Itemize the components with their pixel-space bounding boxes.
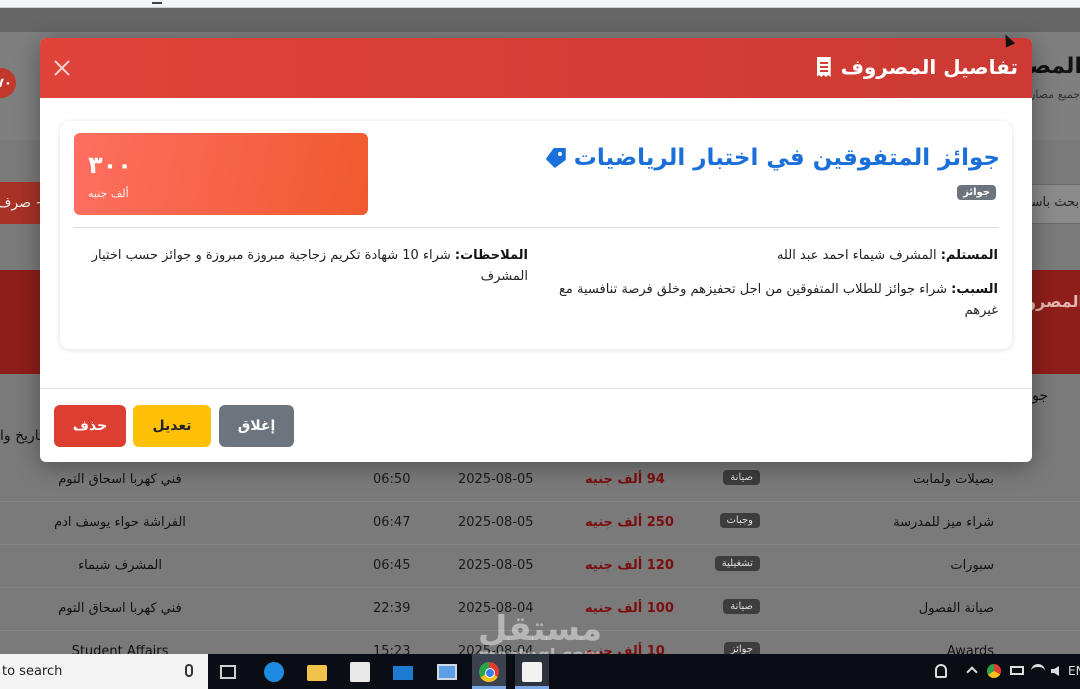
modal-footer: حذف تعديل إغلاق (40, 388, 1032, 462)
row-name: صيانة الفصول (918, 601, 994, 616)
amount-box: ٣٠٠ ألف جنيه (74, 133, 368, 215)
edit-button[interactable]: تعديل (133, 405, 211, 447)
notes-field: الملاحظات: شراء 10 شهادة تكريم زجاجية مب… (73, 245, 528, 287)
row-amount: 94 ألف جنيه (585, 472, 665, 487)
watermark-arabic: مستقل (477, 609, 603, 649)
row-user: الفراشة حواء يوسف ادم (54, 515, 186, 530)
row-category-badge: صيانة (723, 599, 760, 614)
recipient-field: المستلم: المشرف شيماء احمد عبد الله (558, 245, 998, 266)
modal-title: تفاصيل المصروف (816, 55, 1018, 79)
row-name: Awards (946, 644, 994, 654)
close-button[interactable]: إغلاق (219, 405, 294, 447)
row-category-badge: وجبات (719, 513, 760, 528)
row-name: سبورات (950, 558, 994, 573)
row-amount: 250 ألف جنيه (585, 515, 674, 530)
recipient-value: المشرف شيماء احمد عبد الله (776, 248, 937, 263)
this-pc-icon[interactable] (437, 664, 457, 680)
battery-icon[interactable] (1010, 666, 1024, 675)
amount-unit: ألف جنيه (88, 187, 129, 200)
receipt-icon (816, 57, 831, 77)
chevron-up-icon[interactable] (966, 666, 978, 678)
row-category-badge: تشغيلية (714, 556, 760, 571)
expense-title: جوائز المتفوقين في اختبار الرياضيات (545, 145, 1000, 171)
task-view-icon[interactable] (220, 665, 236, 679)
row-category-badge: جوائز (723, 642, 760, 654)
row-user: فني كهربا اسحاق التوم (58, 472, 182, 487)
row-date: 2025-08-05 (458, 515, 534, 530)
menu-icon[interactable] (152, 0, 162, 4)
divider (74, 227, 998, 228)
file-explorer-icon[interactable] (307, 665, 327, 681)
row-category-badge: صيانة (723, 470, 760, 485)
microphone-icon[interactable] (185, 664, 193, 677)
taskbar-search[interactable]: to search (0, 654, 208, 689)
delete-button[interactable]: حذف (54, 405, 126, 447)
people-icon[interactable] (935, 664, 947, 678)
row-time: 22:39 (373, 601, 411, 616)
row-user: المشرف شيماء (78, 558, 162, 573)
notes-label: الملاحظات: (454, 248, 528, 263)
top-band (0, 8, 1080, 32)
reason-label: السبب: (951, 282, 998, 297)
amount-value: ٣٠٠ (88, 151, 132, 179)
modal-title-text: تفاصيل المصروف (840, 55, 1018, 79)
row-date: 2025-08-05 (458, 558, 534, 573)
editor-app-icon[interactable] (522, 662, 542, 682)
row-time: 06:50 (373, 472, 411, 487)
expense-card: ٣٠٠ ألف جنيه جوائز المتفوقين في اختبار ا… (60, 121, 1012, 349)
reason-value: شراء جوائز للطلاب المتفوقين من اجل تحفيز… (559, 282, 998, 318)
row-user: Student Affairs (71, 644, 169, 654)
column-header-name: جو (1032, 388, 1048, 404)
table-row[interactable]: شراء ميز للمدرسة وجبات 250 ألف جنيه 2025… (0, 502, 1080, 545)
row-name: شراء ميز للمدرسة (893, 515, 994, 530)
expense-details-modal: تفاصيل المصروف ٣٠٠ ألف جنيه جوائز المتفو… (40, 38, 1032, 462)
category-badge: جوائز (957, 185, 996, 200)
taskbar-search-text: to search (2, 664, 63, 679)
store-icon[interactable] (350, 662, 370, 682)
table-row[interactable]: سبورات تشغيلية 120 ألف جنيه 2025-08-05 0… (0, 545, 1080, 588)
row-time: 06:47 (373, 515, 411, 530)
close-icon[interactable] (52, 58, 72, 78)
edge-browser-icon[interactable] (264, 662, 284, 682)
row-user: فني كهربا اسحاق التوم (58, 601, 182, 616)
chrome-icon[interactable] (479, 662, 499, 682)
row-time: 06:45 (373, 558, 411, 573)
volume-icon[interactable] (1051, 666, 1059, 676)
browser-top-strip (0, 0, 1080, 8)
table-row[interactable]: بصيلات ولمابت صيانة 94 ألف جنيه 2025-08-… (0, 459, 1080, 502)
row-date: 2025-08-05 (458, 472, 534, 487)
mail-icon[interactable] (393, 666, 413, 680)
recipient-label: المستلم: (940, 248, 998, 263)
reason-field: السبب: شراء جوائز للطلاب المتفوقين من اج… (553, 279, 998, 321)
row-name: بصيلات ولمابت (912, 472, 994, 487)
search-input[interactable]: بحث باسم المصروف (1026, 184, 1080, 224)
tray-app-icon[interactable] (987, 664, 1001, 678)
expense-title-text: جوائز المتفوقين في اختبار الرياضيات (573, 145, 1000, 171)
row-amount: 120 ألف جنيه (585, 558, 674, 573)
language-indicator[interactable]: ENG (1068, 664, 1080, 678)
taskbar: to search ENG (0, 654, 1080, 689)
wifi-icon[interactable] (1031, 664, 1045, 678)
tag-icon (545, 148, 566, 168)
modal-header: تفاصيل المصروف (40, 38, 1032, 98)
row-time: 15:23 (373, 644, 411, 654)
